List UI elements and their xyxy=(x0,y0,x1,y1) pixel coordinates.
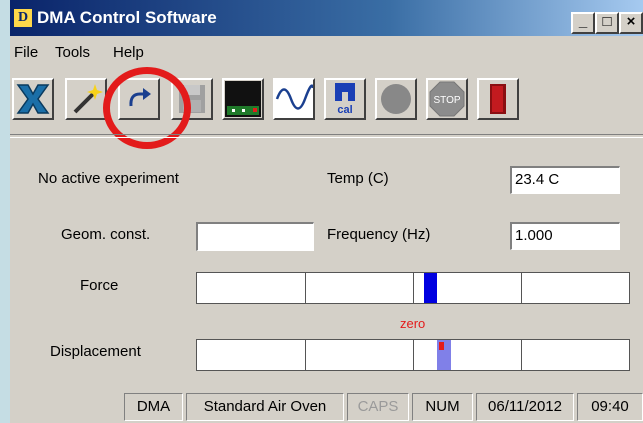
panel-divider xyxy=(10,134,643,138)
frequency-label: Frequency (Hz) xyxy=(327,226,431,243)
force-label: Force xyxy=(80,277,119,294)
status-mode: DMA xyxy=(124,393,183,421)
displacement-marker xyxy=(439,342,444,350)
menu-file[interactable]: File xyxy=(14,44,38,61)
save-disk-icon[interactable] xyxy=(171,78,213,120)
magic-wand-icon[interactable] xyxy=(65,78,107,120)
sine-wave-icon[interactable] xyxy=(273,78,315,120)
status-bar: DMA Standard Air Oven CAPS NUM 06/11/201… xyxy=(10,391,643,423)
record-circle-icon[interactable] xyxy=(375,78,417,120)
exit-door-icon[interactable] xyxy=(477,78,519,120)
monitor-display-icon[interactable] xyxy=(222,78,264,120)
menu-bar: File Tools Help xyxy=(10,38,643,62)
zero-label: zero xyxy=(400,316,426,331)
toolbar: cal STOP xyxy=(10,75,643,125)
displacement-meter xyxy=(196,339,630,371)
menu-help[interactable]: Help xyxy=(113,44,144,61)
force-level-bar xyxy=(424,273,437,303)
calibration-label: cal xyxy=(337,104,352,116)
temp-label: Temp (C) xyxy=(327,170,389,187)
geom-const-label: Geom. const. xyxy=(61,226,151,243)
window-title: DMA Control Software xyxy=(37,8,217,27)
temp-field: 23.4 C xyxy=(510,166,620,194)
displacement-label: Displacement xyxy=(50,343,141,360)
status-caps: CAPS xyxy=(347,393,409,421)
status-date: 06/11/2012 xyxy=(476,393,574,421)
title-bar[interactable]: D DMA Control Software _ □ × xyxy=(10,0,643,36)
minimize-button[interactable]: _ xyxy=(571,12,595,34)
stop-sign-icon[interactable]: STOP xyxy=(426,78,468,120)
app-window: D DMA Control Software _ □ × File Tools … xyxy=(10,0,643,423)
maximize-button[interactable]: □ xyxy=(595,12,619,34)
force-meter xyxy=(196,272,630,304)
stop-label: STOP xyxy=(433,95,460,106)
status-num: NUM xyxy=(412,393,473,421)
status-oven: Standard Air Oven xyxy=(186,393,344,421)
geom-const-field[interactable] xyxy=(196,222,314,251)
calibration-icon[interactable]: cal xyxy=(324,78,366,120)
x-logo-icon[interactable] xyxy=(12,78,54,120)
redo-arrow-icon[interactable] xyxy=(118,78,160,120)
frequency-field: 1.000 xyxy=(510,222,620,250)
app-icon[interactable]: D xyxy=(14,9,32,27)
close-button[interactable]: × xyxy=(619,12,643,34)
experiment-status-text: No active experiment xyxy=(38,170,179,187)
menu-tools[interactable]: Tools xyxy=(55,44,90,61)
status-time: 09:40 xyxy=(577,393,643,421)
